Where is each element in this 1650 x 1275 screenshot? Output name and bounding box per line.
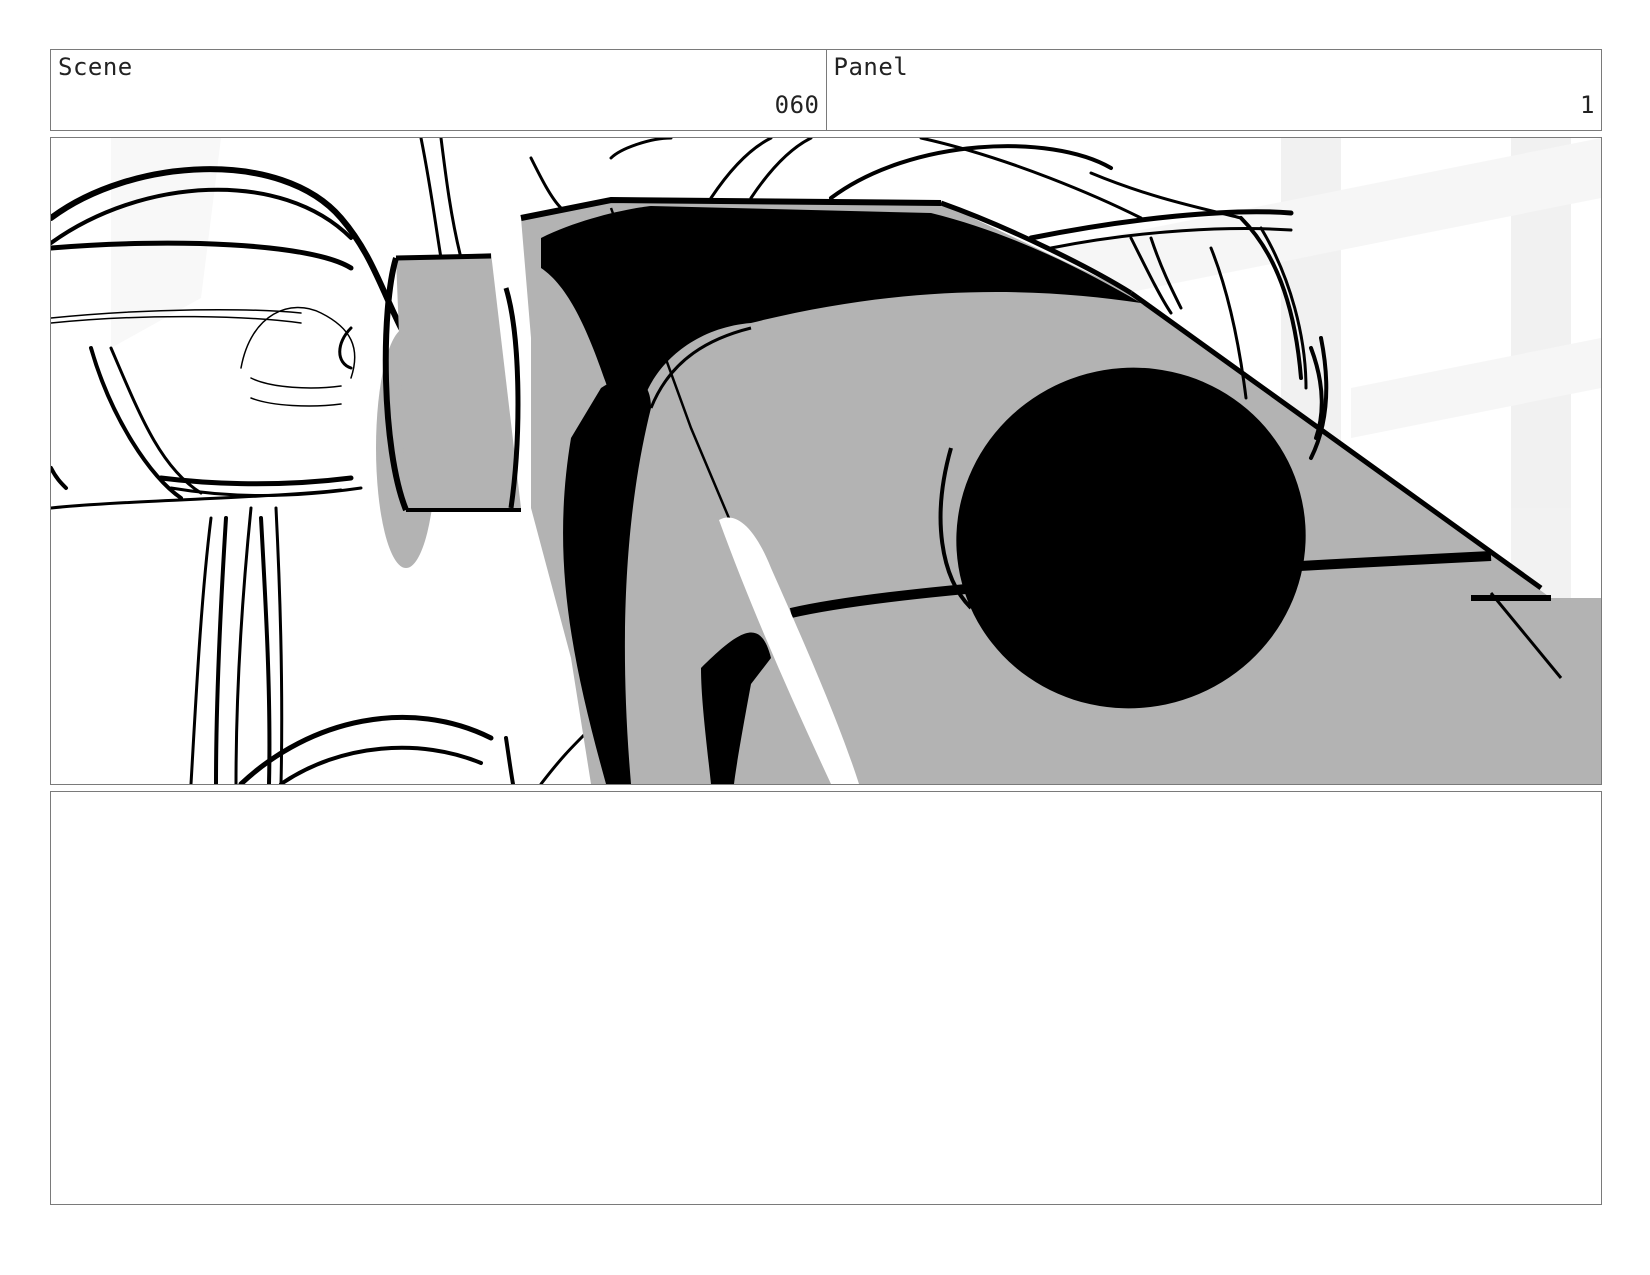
lens-cylinder [376, 253, 553, 568]
storyboard-header: Scene 060 Panel 1 [50, 49, 1602, 131]
scene-cell: Scene 060 [51, 50, 827, 130]
gun-body [520, 196, 1601, 784]
scene-label: Scene [58, 53, 133, 81]
notes-box[interactable] [50, 791, 1602, 1205]
sketch-drawing [51, 138, 1601, 784]
scene-number: 060 [774, 91, 820, 119]
panel-cell: Panel 1 [827, 50, 1602, 130]
storyboard-frame [50, 137, 1602, 785]
panel-label: Panel [833, 53, 909, 81]
panel-number: 1 [1580, 91, 1595, 119]
lower-figure-sketch [238, 714, 588, 784]
